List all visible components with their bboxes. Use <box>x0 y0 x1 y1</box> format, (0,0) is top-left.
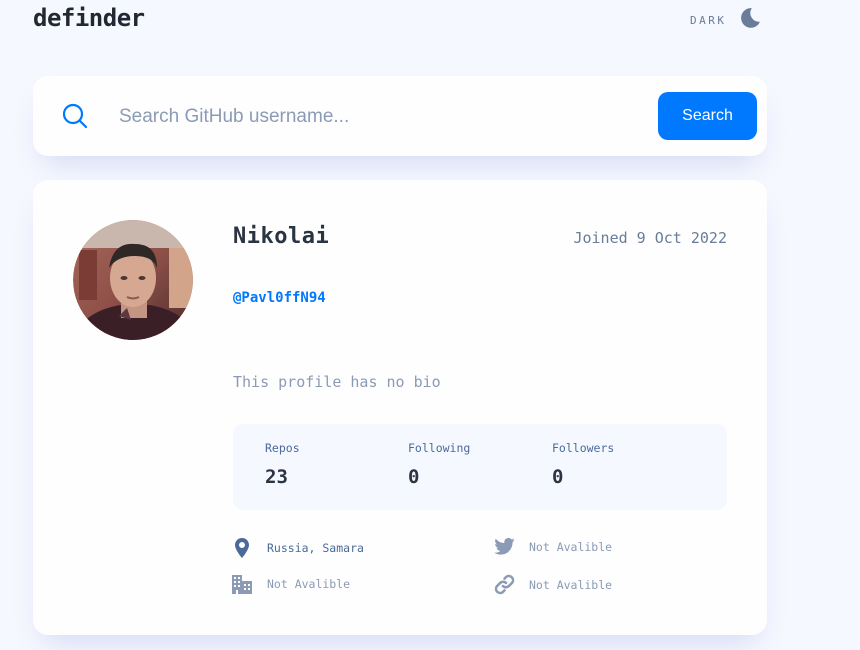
twitter-text: Not Avalible <box>529 539 613 554</box>
location-pin-icon <box>231 538 253 558</box>
search-bar: Search <box>33 76 767 156</box>
profile-name: Nikolai <box>233 224 330 249</box>
stat-followers: Followers 0 <box>552 441 614 488</box>
link-icon <box>493 574 515 595</box>
location-text: Russia, Samara <box>267 541 364 555</box>
stat-label: Following <box>408 441 471 455</box>
stat-value: 0 <box>552 466 564 488</box>
company-text: Not Avalible <box>267 577 351 591</box>
stat-repos: Repos 23 <box>265 441 300 488</box>
theme-toggle[interactable]: DARK <box>690 8 761 32</box>
search-button[interactable]: Search <box>658 92 757 140</box>
moon-icon <box>739 7 761 33</box>
company-building-icon <box>231 574 253 594</box>
search-icon <box>62 103 88 133</box>
app-logo: definder <box>33 4 145 32</box>
profile-bio: This profile has no bio <box>233 373 441 391</box>
website-item: Not Avalible <box>493 574 612 595</box>
search-input[interactable] <box>117 96 661 138</box>
stats-panel: Repos 23 Following 0 Followers 0 <box>233 424 727 510</box>
stat-following: Following 0 <box>408 441 470 488</box>
twitter-item: Not Avalible <box>493 538 612 555</box>
stat-label: Followers <box>552 441 615 455</box>
stat-value: 0 <box>408 466 420 488</box>
stat-label: Repos <box>265 441 300 455</box>
joined-date: Joined 9 Oct 2022 <box>573 229 727 247</box>
theme-toggle-label: DARK <box>690 13 727 27</box>
profile-login-link[interactable]: @Pavl0ffN94 <box>233 290 326 306</box>
twitter-icon <box>493 538 515 555</box>
stat-value: 23 <box>265 466 288 488</box>
website-text: Not Avalible <box>529 577 613 592</box>
location-item: Russia, Samara <box>231 538 364 558</box>
company-item: Not Avalible <box>231 574 350 594</box>
profile-card: Nikolai Joined 9 Oct 2022 @Pavl0ffN94 Th… <box>33 180 767 635</box>
avatar <box>73 220 193 340</box>
